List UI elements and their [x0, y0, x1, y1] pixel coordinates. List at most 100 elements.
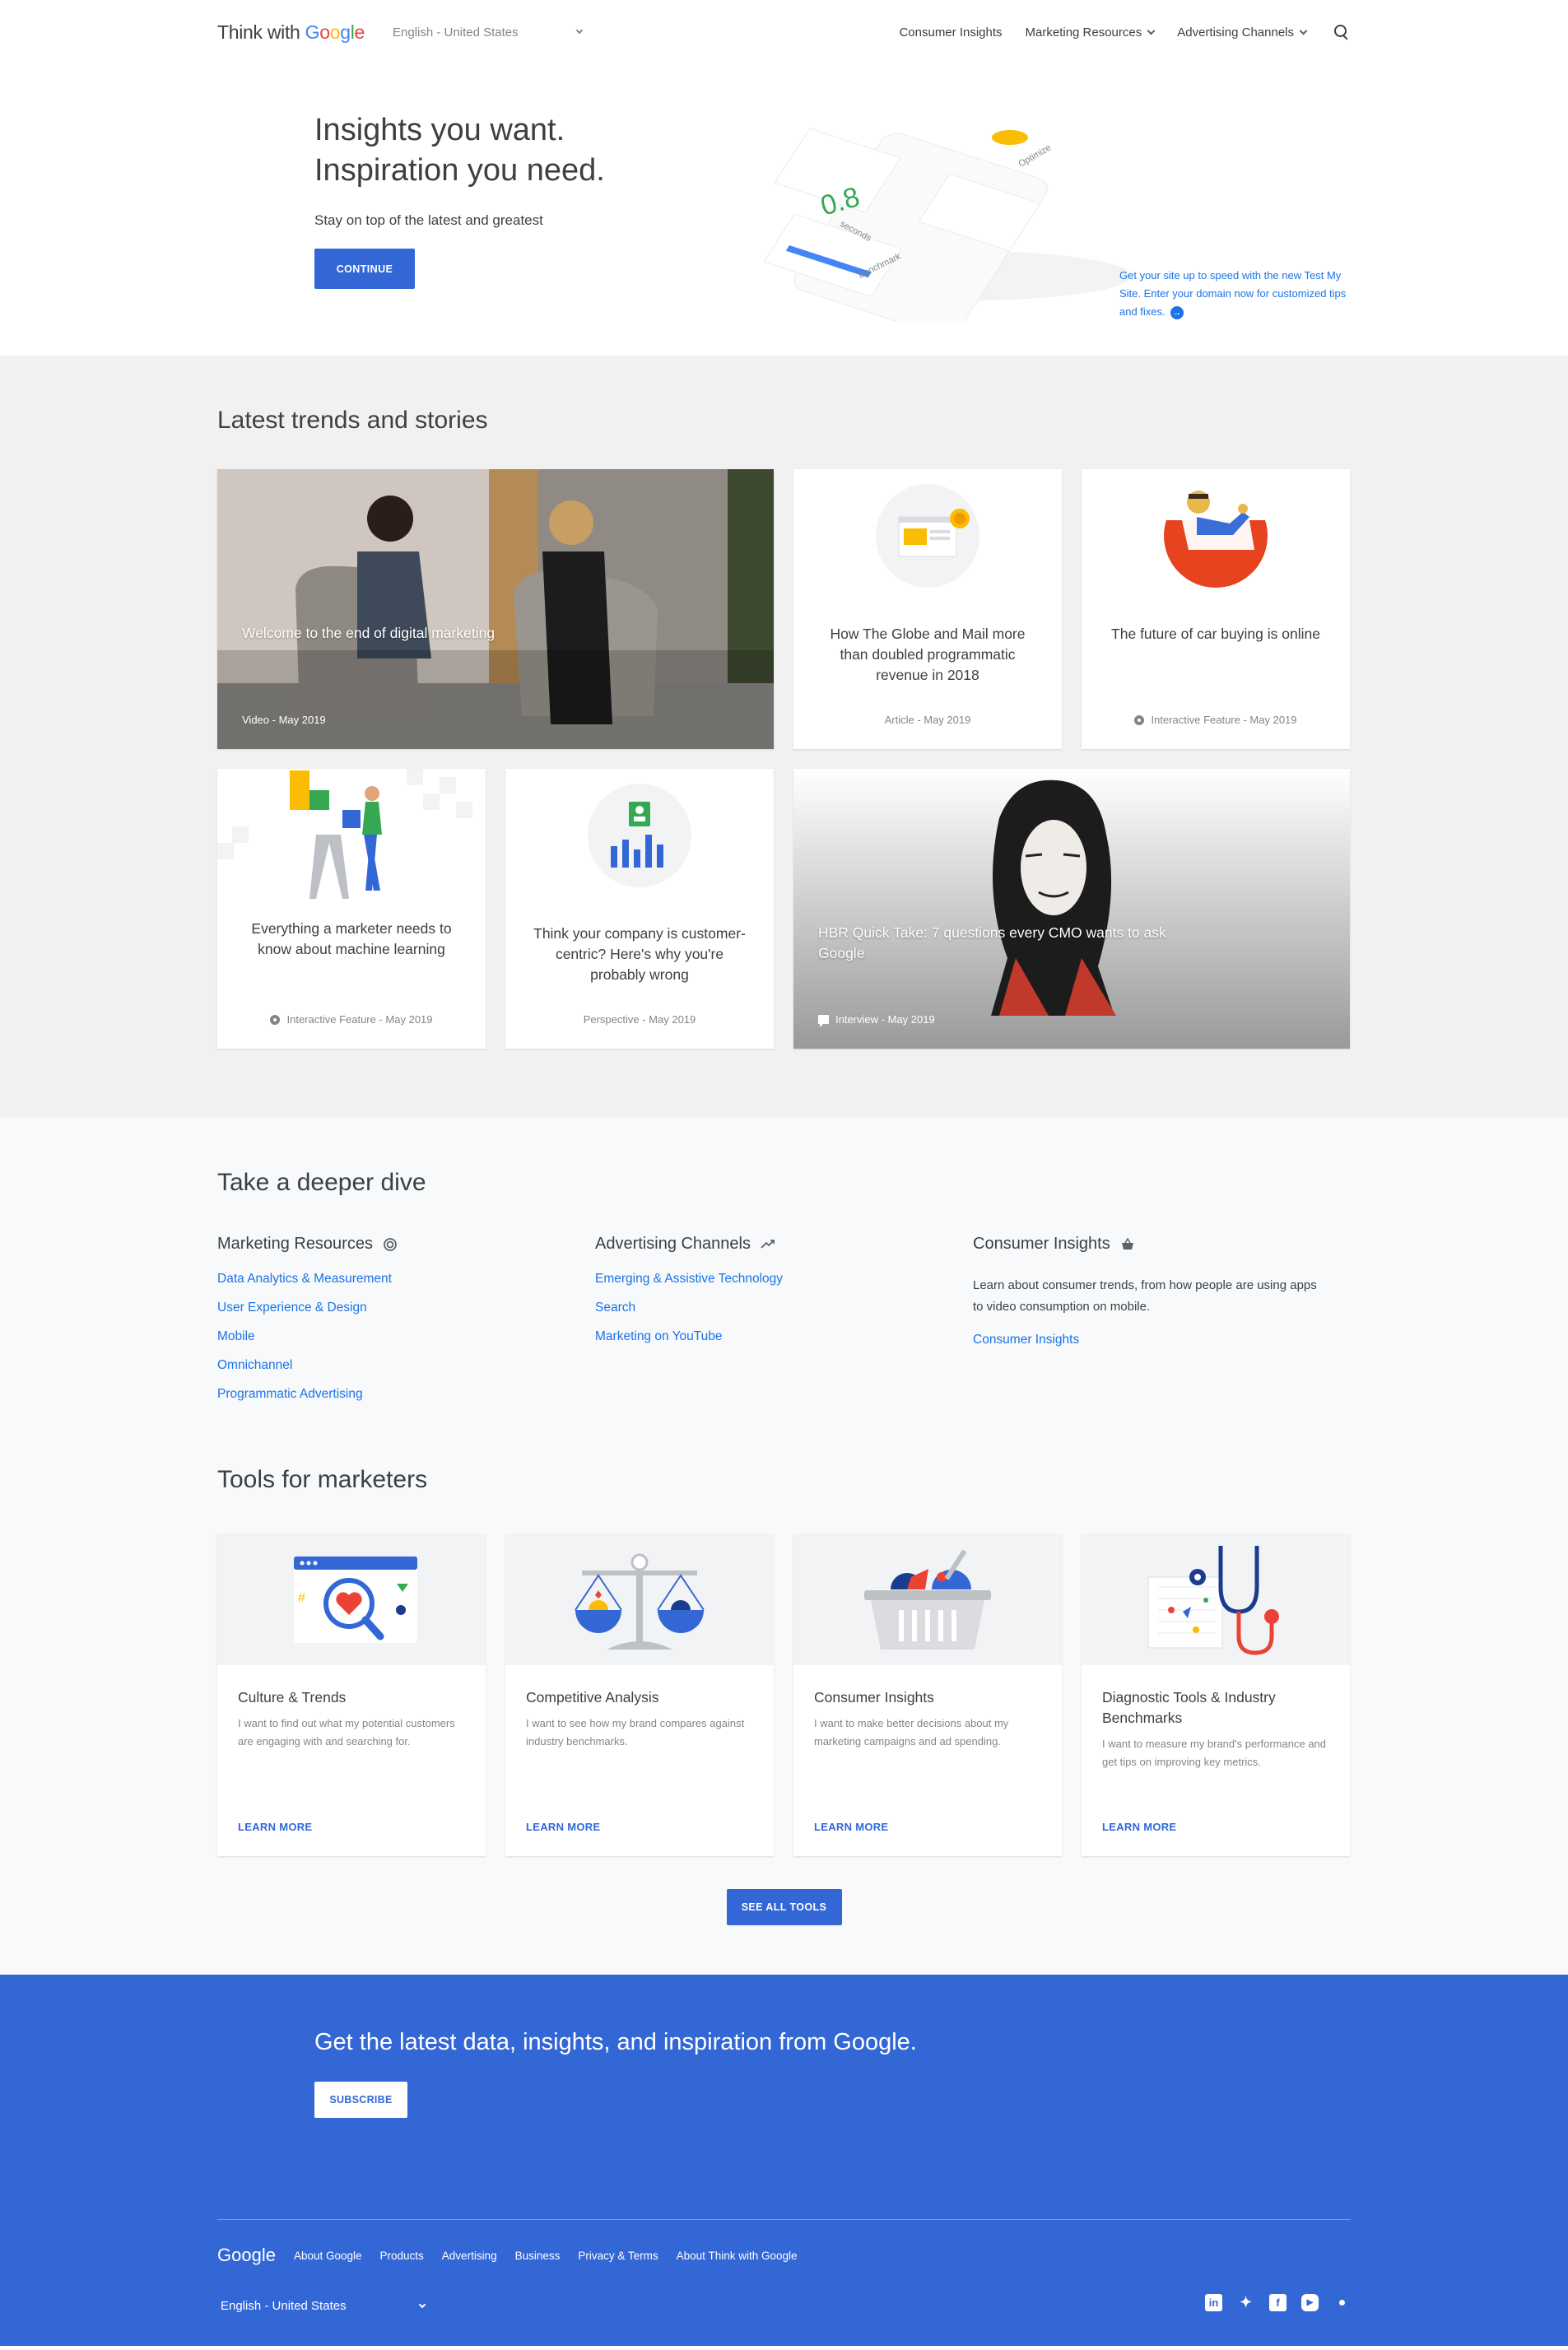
- footer-link-about-think[interactable]: About Think with Google: [677, 2250, 798, 2262]
- learn-more-link[interactable]: LEARN MORE: [238, 1821, 312, 1833]
- test-my-site-illustration: 0.8 seconds Optimize Benchmark: [763, 128, 1132, 321]
- google-logo[interactable]: Google: [217, 2245, 276, 2266]
- tool-title: Consumer Insights: [814, 1689, 934, 1705]
- story-card[interactable]: Welcome to the end of digital marketing …: [217, 469, 774, 749]
- column-links: Data Analytics & Measurement User Experi…: [217, 1272, 595, 1402]
- arrow-right-icon: →: [1170, 305, 1184, 319]
- customer-centric-illustration: [588, 784, 691, 887]
- story-meta-text: Interactive Feature - May 2019: [286, 1013, 433, 1026]
- story-card[interactable]: The future of car buying is online Inter…: [1082, 469, 1350, 749]
- story-title: How The Globe and Mail more than doubled…: [830, 626, 1026, 683]
- story-card[interactable]: HBR Quick Take: 7 questions every CMO wa…: [793, 769, 1350, 1049]
- hero-title-line: Inspiration you need.: [314, 153, 605, 188]
- link-youtube-marketing[interactable]: Marketing on YouTube: [595, 1329, 973, 1344]
- nav-advertising-channels[interactable]: Advertising Channels: [1177, 26, 1308, 40]
- tool-description: I want to find out what my potential cus…: [238, 1717, 455, 1747]
- hero-title: Insights you want. Inspiration you need.: [314, 110, 605, 191]
- article-illustration: [876, 484, 979, 588]
- test-my-site-link-text: Get your site up to speed with the new T…: [1119, 269, 1347, 318]
- chevron-down-icon: [1147, 26, 1156, 35]
- deeper-dive-columns: Marketing Resources Data Analytics & Mea…: [217, 1235, 1351, 1402]
- tool-card[interactable]: Consumer Insights I want to make better …: [793, 1533, 1062, 1856]
- footer-language-select[interactable]: English - United States: [221, 2299, 426, 2313]
- link-programmatic[interactable]: Programmatic Advertising: [217, 1387, 595, 1402]
- car-buying-illustration: [1164, 484, 1268, 588]
- rss-icon[interactable]: ●: [1333, 2294, 1351, 2311]
- tool-image: #: [217, 1533, 486, 1665]
- hero-subtitle: Stay on top of the latest and greatest: [314, 212, 543, 228]
- story-card[interactable]: How The Globe and Mail more than doubled…: [793, 469, 1062, 749]
- link-data-analytics[interactable]: Data Analytics & Measurement: [217, 1272, 595, 1287]
- interactive-icon: [270, 1014, 281, 1025]
- tool-card[interactable]: Diagnostic Tools & Industry Benchmarks I…: [1082, 1533, 1350, 1856]
- language-select-label: English - United States: [393, 25, 519, 40]
- see-all-tools-button[interactable]: SEE ALL TOOLS: [726, 1889, 842, 1925]
- footer-link-business[interactable]: Business: [515, 2250, 561, 2262]
- link-search[interactable]: Search: [595, 1301, 973, 1315]
- site-logo[interactable]: Think with Google: [217, 21, 365, 44]
- interactive-icon: [1134, 714, 1145, 725]
- story-meta: Interactive Feature - May 2019: [217, 1013, 486, 1026]
- test-my-site-link[interactable]: Get your site up to speed with the new T…: [1119, 267, 1358, 321]
- link-mobile[interactable]: Mobile: [217, 1329, 595, 1344]
- search-icon[interactable]: [1333, 23, 1351, 41]
- language-select[interactable]: English - United States: [393, 26, 598, 40]
- nav-marketing-resources[interactable]: Marketing Resources: [1026, 26, 1156, 40]
- learn-more-link[interactable]: LEARN MORE: [1102, 1821, 1176, 1833]
- basket-icon: [1121, 1236, 1133, 1249]
- social-links: in ✦ f ▶ ●: [1205, 2294, 1351, 2311]
- svg-text:#: #: [298, 1591, 305, 1605]
- section-title: Take a deeper dive: [217, 1169, 426, 1196]
- logo-letter: G: [305, 21, 320, 43]
- continue-button[interactable]: CONTINUE: [314, 249, 415, 289]
- nav-label: Consumer Insights: [899, 25, 1003, 40]
- column-heading-text: Advertising Channels: [595, 1235, 751, 1253]
- story-meta: Article - May 2019: [793, 714, 1062, 726]
- diagnostic-tools-illustration: [1147, 1546, 1279, 1655]
- learn-more-link[interactable]: LEARN MORE: [526, 1821, 600, 1833]
- deeper-dive-section: Take a deeper dive Marketing Resources D…: [0, 1118, 1568, 1975]
- logo-prefix: Think with: [217, 21, 305, 43]
- story-meta: Interview - May 2019: [818, 1013, 935, 1027]
- tool-image: [505, 1533, 774, 1665]
- link-emerging-tech[interactable]: Emerging & Assistive Technology: [595, 1272, 973, 1287]
- consumer-insights-illustration: [864, 1548, 991, 1650]
- column-heading: Advertising Channels: [595, 1235, 973, 1254]
- column-advertising-channels: Advertising Channels Emerging & Assistiv…: [595, 1235, 973, 1402]
- subscribe-button[interactable]: SUBSCRIBE: [314, 2082, 407, 2118]
- story-meta: Perspective - May 2019: [505, 1013, 774, 1026]
- target-icon: [384, 1237, 397, 1251]
- nav-consumer-insights[interactable]: Consumer Insights: [899, 26, 1002, 40]
- footer-link-advertising[interactable]: Advertising: [442, 2250, 497, 2262]
- section-title: Latest trends and stories: [217, 407, 488, 434]
- learn-more-link[interactable]: LEARN MORE: [814, 1821, 888, 1833]
- facebook-icon[interactable]: f: [1269, 2294, 1287, 2311]
- link-ux-design[interactable]: User Experience & Design: [217, 1301, 595, 1315]
- story-card[interactable]: Everything a marketer needs to know abou…: [217, 769, 486, 1049]
- art-optimize: Optimize: [1017, 143, 1054, 170]
- interview-icon: [818, 1015, 829, 1027]
- trends-grid: Welcome to the end of digital marketing …: [217, 469, 1351, 1049]
- twitter-icon[interactable]: ✦: [1237, 2294, 1254, 2311]
- footer-link-privacy-terms[interactable]: Privacy & Terms: [578, 2250, 658, 2262]
- footer-link-about-google[interactable]: About Google: [294, 2250, 362, 2262]
- column-links: Emerging & Assistive Technology Search M…: [595, 1272, 973, 1344]
- tool-title: Culture & Trends: [238, 1689, 347, 1705]
- youtube-icon[interactable]: ▶: [1301, 2294, 1319, 2311]
- tool-title: Competitive Analysis: [526, 1689, 659, 1705]
- logo-letter: e: [354, 21, 365, 43]
- tool-card[interactable]: Competitive Analysis I want to see how m…: [505, 1533, 774, 1856]
- hero-text: Insights you want. Inspiration you need.…: [314, 110, 605, 289]
- story-meta-text: Interview - May 2019: [835, 1013, 935, 1026]
- linkedin-icon[interactable]: in: [1205, 2294, 1222, 2311]
- tool-image: [793, 1533, 1062, 1665]
- tool-card[interactable]: # Culture & Trends I want to find out wh…: [217, 1533, 486, 1856]
- footer-link-products[interactable]: Products: [380, 2250, 424, 2262]
- link-omnichannel[interactable]: Omnichannel: [217, 1358, 595, 1373]
- story-card[interactable]: Think your company is customer-centric? …: [505, 769, 774, 1049]
- tool-description: I want to make better decisions about my…: [814, 1717, 1009, 1747]
- link-consumer-insights[interactable]: Consumer Insights: [973, 1333, 1351, 1347]
- logo-letter: g: [340, 21, 351, 43]
- tool-description: I want to measure my brand's performance…: [1102, 1738, 1327, 1768]
- logo-letter: o: [329, 21, 341, 43]
